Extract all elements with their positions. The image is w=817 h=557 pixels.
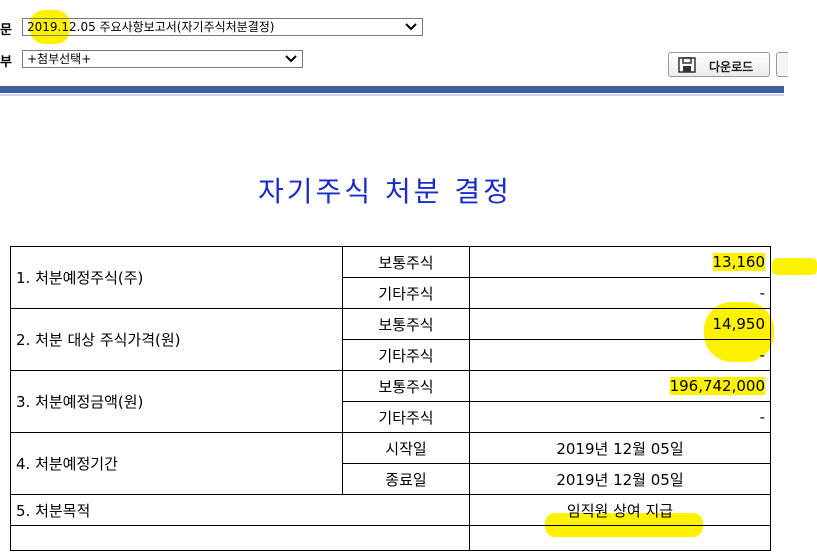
row-label: 2. 처분 대상 주식가격(원): [10, 308, 343, 371]
purpose-cell: 임직원 상여 지급: [469, 494, 771, 526]
value-cell: -: [469, 277, 771, 309]
stock-type-cell: 기타주식: [342, 277, 470, 309]
document-select-value: 2019.12.05 주요사항보고서(자기주식처분결정): [27, 20, 275, 34]
value-cell: -: [469, 339, 771, 371]
extra-toolbar-button[interactable]: [776, 52, 788, 77]
row-label-cut: [10, 525, 470, 551]
attachment-select[interactable]: +첨부선택+: [22, 50, 303, 68]
document-label: 문: [0, 23, 12, 38]
save-disk-icon: [678, 57, 696, 73]
value-cell-cut: [469, 525, 771, 551]
table-row: 3. 처분예정금액(원) 보통주식 196,742,000: [10, 370, 771, 433]
date-type-cell: 종료일: [342, 463, 470, 495]
highlight-mark-shares: [772, 258, 817, 275]
chevron-down-icon: [285, 55, 297, 63]
disposal-table: 1. 처분예정주식(주) 보통주식 13,160 기타주식 - 2. 처분 대상…: [10, 246, 771, 551]
table-row: 5. 처분목적 임직원 상여 지급: [10, 494, 771, 526]
chevron-down-icon: [405, 23, 417, 31]
highlighted-value: 13,160: [712, 253, 765, 271]
highlighted-value: 196,742,000: [669, 377, 765, 395]
document-select[interactable]: 2019.12.05 주요사항보고서(자기주식처분결정): [22, 18, 423, 36]
attachment-select-value: +첨부선택+: [27, 52, 92, 66]
header-divider: [0, 86, 784, 93]
row-label: 1. 처분예정주식(주): [10, 246, 343, 309]
stock-type-cell: 보통주식: [342, 308, 470, 340]
header-divider-shadow: [0, 94, 784, 96]
stock-type-cell: 기타주식: [342, 401, 470, 433]
row-label: 5. 처분목적: [10, 494, 470, 526]
date-cell: 2019년 12월 05일: [469, 463, 771, 495]
stock-type-cell: 기타주식: [342, 339, 470, 371]
table-row: 1. 처분예정주식(주) 보통주식 13,160: [10, 246, 771, 309]
date-cell: 2019년 12월 05일: [469, 432, 771, 464]
row-label: 3. 처분예정금액(원): [10, 370, 343, 433]
table-row: 2. 처분 대상 주식가격(원) 보통주식 14,950: [10, 308, 771, 371]
value-cell: -: [469, 401, 771, 433]
stock-type-cell: 보통주식: [342, 246, 470, 278]
download-button-label: 다운로드: [709, 60, 754, 74]
value-cell: 14,950: [469, 308, 771, 340]
date-type-cell: 시작일: [342, 432, 470, 464]
table-row: 4. 처분예정기간 시작일 2019년 12월 05일: [10, 432, 771, 495]
attachment-label: 부: [0, 55, 12, 70]
download-button[interactable]: 다운로드: [668, 52, 770, 77]
value-cell: 196,742,000: [469, 370, 771, 402]
stock-type-cell: 보통주식: [342, 370, 470, 402]
table-row-partial: [10, 525, 771, 551]
value-cell: 13,160: [469, 246, 771, 278]
document-title: 자기주식 처분 결정: [258, 175, 512, 208]
row-label: 4. 처분예정기간: [10, 432, 343, 495]
